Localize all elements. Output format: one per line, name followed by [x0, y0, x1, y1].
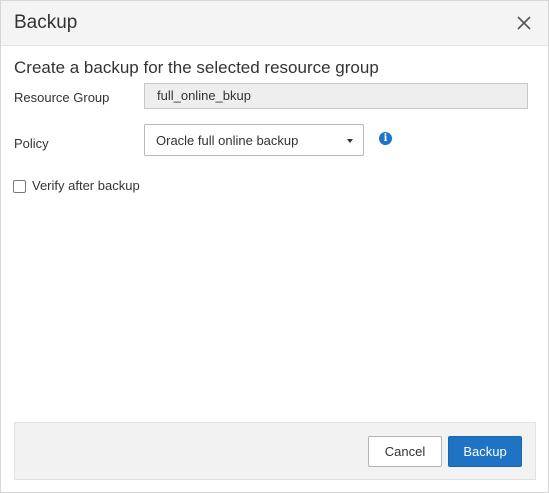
resource-group-field: full_online_bkup [144, 83, 528, 109]
dropdown-caret-icon [347, 139, 353, 143]
backup-dialog: Backup Create a backup for the selected … [0, 0, 549, 493]
close-icon [517, 16, 531, 30]
backup-button[interactable]: Backup [448, 436, 522, 467]
form-heading: Create a backup for the selected resourc… [14, 58, 379, 77]
resource-group-label: Resource Group [14, 90, 110, 105]
policy-label: Policy [14, 136, 49, 151]
dialog-title: Backup [14, 12, 78, 33]
verify-after-backup-label[interactable]: Verify after backup [32, 178, 140, 193]
cancel-button[interactable]: Cancel [368, 436, 442, 467]
dialog-footer: Cancel Backup [14, 422, 536, 480]
dialog-titlebar: Backup [1, 1, 548, 46]
close-button[interactable] [514, 13, 534, 33]
policy-selected-value: Oracle full online backup [156, 133, 299, 148]
policy-dropdown[interactable]: Oracle full online backup [144, 124, 364, 156]
info-icon[interactable]: i [379, 132, 392, 145]
verify-after-backup-checkbox[interactable] [13, 180, 26, 193]
